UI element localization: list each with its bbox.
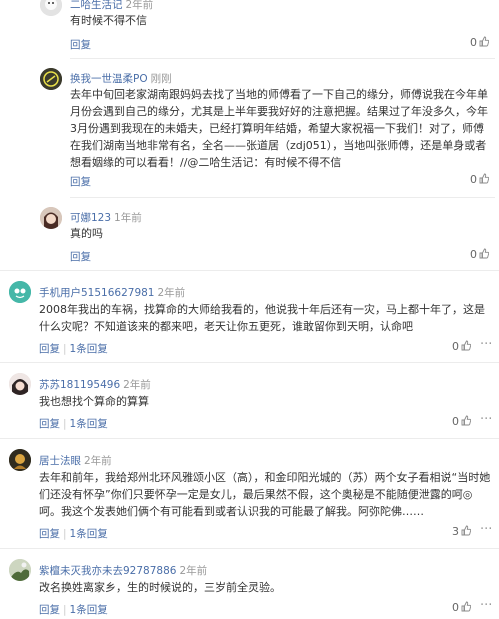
like-button[interactable]: 0	[470, 36, 489, 49]
comment-time: 2年前	[125, 0, 154, 11]
comment-text: 改名换姓离家乡，生的时候说的，三岁前全灵验。	[39, 581, 281, 594]
like-count: 0	[470, 36, 477, 49]
comment-time: 刚刚	[150, 73, 172, 85]
reply-count-link[interactable]: 1条回复	[70, 604, 108, 616]
divider	[0, 548, 499, 549]
like-button[interactable]: 0	[452, 415, 471, 428]
comment-text: 去年和前年，我给郑州北环风雅颂小区（高），和金印阳光城的（苏）两个女子看相说“当…	[39, 471, 491, 518]
reply-button[interactable]: 回复	[39, 343, 60, 355]
like-button[interactable]: 3	[452, 525, 471, 538]
like-count: 0	[452, 601, 459, 614]
reply-count-link[interactable]: 1条回复	[70, 418, 108, 430]
divider	[70, 58, 495, 59]
reply-button[interactable]: 回复	[70, 39, 91, 51]
avatar[interactable]	[9, 559, 31, 581]
comment-username[interactable]: 居士法眼 2年前	[39, 453, 112, 468]
comment-actions: 回复	[70, 249, 91, 264]
thumbs-up-icon	[461, 340, 471, 351]
comment-time: 2年前	[123, 379, 151, 391]
divider	[0, 270, 499, 271]
comment-username[interactable]: 苏苏181195496 2年前	[39, 377, 151, 392]
thumbs-up-icon	[479, 173, 489, 184]
comment-username[interactable]: 可娜123 1年前	[70, 210, 142, 225]
thumbs-up-icon	[461, 415, 471, 426]
username-text[interactable]: 二哈生活记	[70, 0, 123, 11]
avatar[interactable]	[9, 449, 31, 471]
comment-actions: 回复 | 1条回复	[39, 341, 108, 356]
divider	[70, 197, 495, 198]
reply-count-link[interactable]: 1条回复	[70, 528, 108, 540]
like-button[interactable]: 0	[470, 248, 489, 261]
comment-actions: 回复 | 1条回复	[39, 526, 108, 541]
username-text[interactable]: 居士法眼	[39, 455, 81, 467]
reply-button[interactable]: 回复	[70, 251, 91, 263]
avatar[interactable]	[9, 281, 31, 303]
comment-username[interactable]: 紫檀未灭我亦未去92787886 2年前	[39, 563, 207, 578]
comment-time: 2年前	[179, 565, 208, 577]
separator: |	[63, 528, 67, 540]
comment-time: 2年前	[157, 287, 186, 299]
like-button[interactable]: 0	[452, 601, 471, 614]
avatar[interactable]	[40, 68, 62, 90]
like-count: 3	[452, 525, 459, 538]
reply-button[interactable]: 回复	[39, 604, 60, 616]
more-options-icon[interactable]: ···	[480, 337, 492, 352]
comment-actions: 回复 | 1条回复	[39, 416, 108, 431]
comment-text: 有时候不得不信	[70, 14, 147, 27]
thumbs-up-icon	[479, 248, 489, 259]
divider	[0, 362, 499, 363]
username-text[interactable]: 苏苏181195496	[39, 379, 120, 391]
username-text[interactable]: 可娜123	[70, 212, 111, 224]
comment-text: 2008年我出的车祸，找算命的大师给我看的，他说我十年后还有一灾，马上都十年了，…	[39, 303, 485, 333]
separator: |	[63, 343, 67, 355]
reply-button[interactable]: 回复	[39, 528, 60, 540]
username-text[interactable]: 手机用户51516627981	[39, 287, 155, 299]
thumbs-up-icon	[461, 601, 471, 612]
comment-username[interactable]: 手机用户51516627981 2年前	[39, 285, 185, 300]
comment-actions: 回复 | 1条回复	[39, 602, 108, 617]
comment-time: 2年前	[84, 455, 112, 467]
reply-button[interactable]: 回复	[70, 176, 91, 188]
comment-time: 1年前	[114, 212, 142, 224]
like-count: 0	[470, 248, 477, 261]
username-text[interactable]: 紫檀未灭我亦未去92787886	[39, 565, 176, 577]
reply-count-link[interactable]: 1条回复	[70, 343, 108, 355]
like-count: 0	[470, 173, 477, 186]
divider	[0, 438, 499, 439]
reply-button[interactable]: 回复	[39, 418, 60, 430]
avatar[interactable]	[40, 207, 62, 229]
username-text[interactable]: 换我一世温柔PO	[70, 73, 148, 85]
comment-text: 去年中旬回老家湖南跟妈妈去找了当地的师傅看了一下自己的缘分，师傅说我在今年单月份…	[70, 88, 488, 169]
more-options-icon[interactable]: ···	[480, 522, 492, 537]
thumbs-up-icon	[461, 525, 471, 536]
more-options-icon[interactable]: ···	[480, 412, 492, 427]
comment-actions: 回复	[70, 37, 91, 52]
like-button[interactable]: 0	[470, 173, 489, 186]
comment-username[interactable]: 二哈生活记 2年前	[70, 0, 153, 12]
comment-text: 真的吗	[70, 227, 103, 240]
comment-username[interactable]: 换我一世温柔PO 刚刚	[70, 71, 172, 86]
comment-text: 我也想找个算命的算算	[39, 395, 149, 408]
more-options-icon[interactable]: ···	[480, 598, 492, 613]
avatar[interactable]	[9, 373, 31, 395]
avatar[interactable]	[40, 0, 62, 16]
like-button[interactable]: 0	[452, 340, 471, 353]
thumbs-up-icon	[479, 36, 489, 47]
like-count: 0	[452, 340, 459, 353]
comment-actions: 回复	[70, 174, 91, 189]
separator: |	[63, 604, 67, 616]
like-count: 0	[452, 415, 459, 428]
separator: |	[63, 418, 67, 430]
